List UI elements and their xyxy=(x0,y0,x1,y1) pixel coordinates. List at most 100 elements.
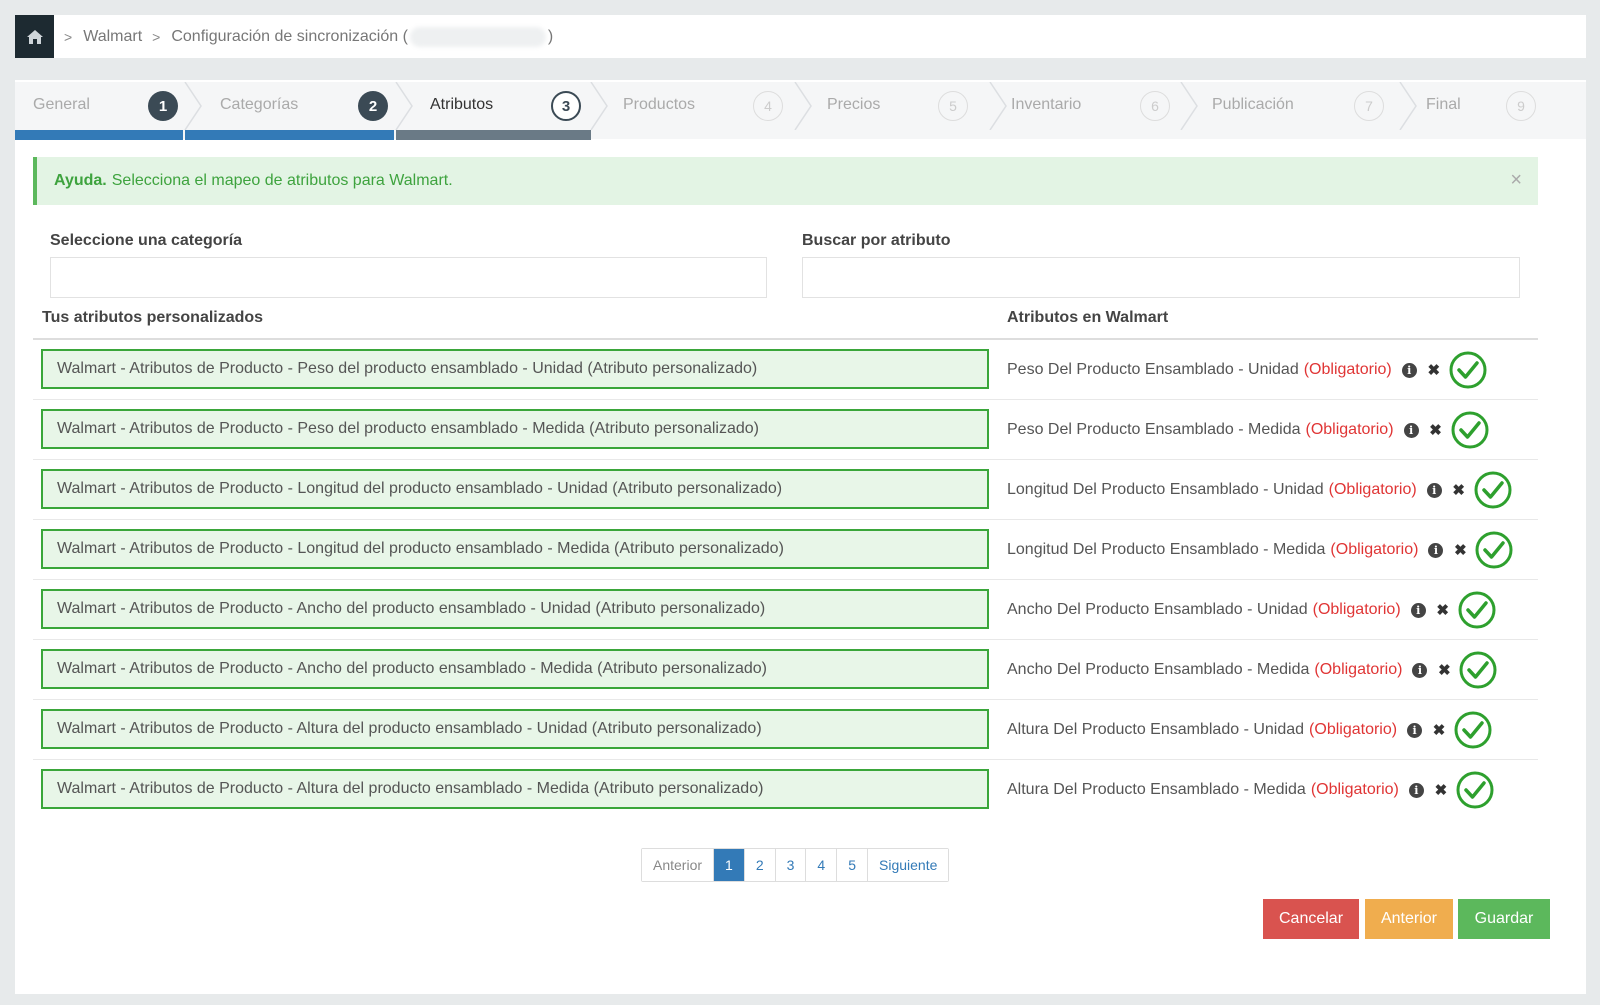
info-icon[interactable]: i xyxy=(1407,722,1423,738)
chevron-right-icon: > xyxy=(64,28,73,45)
custom-attribute-select[interactable]: Walmart - Atributos de Producto - Altura… xyxy=(41,709,989,749)
info-icon[interactable]: i xyxy=(1401,362,1417,378)
walmart-attribute-name: Longitud Del Producto Ensamblado - Unida… xyxy=(1007,481,1324,498)
required-label: (Obligatorio) xyxy=(1309,721,1398,738)
custom-attribute-select[interactable]: Walmart - Atributos de Producto - Ancho … xyxy=(41,589,989,629)
custom-attribute-select[interactable]: Walmart - Atributos de Producto - Longit… xyxy=(41,469,989,509)
wizard-step-number: 2 xyxy=(358,91,388,121)
step-divider-icon xyxy=(184,82,202,130)
custom-attribute-select[interactable]: Walmart - Atributos de Producto - Peso d… xyxy=(41,349,989,389)
home-button[interactable] xyxy=(15,15,54,58)
remove-icon[interactable]: ✖ xyxy=(1432,721,1446,739)
pagination-page-2[interactable]: 2 xyxy=(744,849,776,881)
required-label: (Obligatorio) xyxy=(1328,481,1417,498)
category-select[interactable] xyxy=(50,257,767,298)
step-divider-icon xyxy=(1399,82,1417,130)
remove-icon[interactable]: ✖ xyxy=(1429,421,1443,439)
mapping-row: Walmart - Atributos de Producto - Ancho … xyxy=(33,580,1538,640)
category-label: Seleccione una categoría xyxy=(50,232,243,249)
pagination-page-5[interactable]: 5 xyxy=(837,849,869,881)
pagination-page-1[interactable]: 1 xyxy=(714,849,745,881)
wizard-step-number: 6 xyxy=(1140,91,1170,121)
pagination-page-3[interactable]: 3 xyxy=(775,849,807,881)
wizard-step-number: 5 xyxy=(938,91,968,121)
wizard-step-number: 9 xyxy=(1506,91,1536,121)
remove-icon[interactable]: ✖ xyxy=(1436,601,1450,619)
save-button[interactable]: Guardar xyxy=(1458,899,1550,939)
mapping-row: Walmart - Atributos de Producto - Ancho … xyxy=(33,640,1538,700)
wizard-step-label: General xyxy=(33,96,90,113)
wizard-step-label: Final xyxy=(1426,96,1461,113)
breadcrumb-bar: > Walmart > Configuración de sincronizac… xyxy=(15,15,1586,58)
walmart-attribute: Ancho Del Producto Ensamblado - Unidad (O… xyxy=(1007,580,1496,640)
walmart-attribute-name: Altura Del Producto Ensamblado - Medida xyxy=(1007,781,1306,798)
custom-attribute-select[interactable]: Walmart - Atributos de Producto - Altura… xyxy=(41,769,989,809)
step-divider-icon xyxy=(395,82,413,130)
redacted-name xyxy=(409,26,546,47)
pagination: Anterior 1 2 3 4 5 Siguiente xyxy=(641,848,950,882)
cancel-button[interactable]: Cancelar xyxy=(1263,899,1359,939)
wizard-step-number: 1 xyxy=(148,91,178,121)
step-divider-icon xyxy=(1180,82,1198,130)
remove-icon[interactable]: ✖ xyxy=(1427,361,1441,379)
breadcrumb-item-walmart[interactable]: Walmart xyxy=(83,28,142,46)
progress-active xyxy=(396,130,591,140)
remove-icon[interactable]: ✖ xyxy=(1453,541,1467,559)
custom-attribute-select[interactable]: Walmart - Atributos de Producto - Ancho … xyxy=(41,649,989,689)
home-icon xyxy=(26,29,43,44)
mapping-row: Walmart - Atributos de Producto - Longit… xyxy=(33,460,1538,520)
required-label: (Obligatorio) xyxy=(1330,541,1419,558)
check-circle-icon xyxy=(1449,351,1487,389)
info-icon[interactable]: i xyxy=(1410,602,1426,618)
wizard-step-label: Precios xyxy=(827,96,881,113)
remove-icon[interactable]: ✖ xyxy=(1437,661,1451,679)
previous-button[interactable]: Anterior xyxy=(1365,899,1453,939)
check-circle-icon xyxy=(1451,411,1489,449)
chevron-right-icon: > xyxy=(152,28,161,45)
info-icon[interactable]: i xyxy=(1412,662,1428,678)
wizard-step-number: 7 xyxy=(1354,91,1384,121)
wizard-step-label: Categorías xyxy=(220,96,299,113)
mapping-list: Walmart - Atributos de Producto - Peso d… xyxy=(33,340,1538,820)
pagination-prev[interactable]: Anterior xyxy=(642,849,715,881)
pagination-page-4[interactable]: 4 xyxy=(806,849,838,881)
walmart-attribute-name: Altura Del Producto Ensamblado - Unidad xyxy=(1007,721,1305,738)
info-icon[interactable]: i xyxy=(1403,422,1419,438)
breadcrumb-suffix: ) xyxy=(547,27,554,45)
info-icon[interactable]: i xyxy=(1426,482,1442,498)
wizard-steps: General 1 Categorías 2 Atributos 3 Productos 4 P… xyxy=(15,82,1586,140)
mapping-row: Walmart - Atributos de Producto - Altura… xyxy=(33,760,1538,820)
alert-text: Selecciona el mapeo de atributos para Wa… xyxy=(111,172,453,189)
walmart-attribute: Ancho Del Producto Ensamblado - Medida (O… xyxy=(1007,640,1497,700)
check-circle-icon xyxy=(1475,531,1513,569)
wizard-step-number: 4 xyxy=(753,91,783,121)
required-label: (Obligatorio) xyxy=(1303,361,1392,378)
check-circle-icon xyxy=(1459,651,1497,689)
check-circle-icon xyxy=(1474,471,1512,509)
pagination-next[interactable]: Siguiente xyxy=(868,849,949,881)
step-divider-icon xyxy=(794,82,812,130)
breadcrumb: > Walmart > Configuración de sincronizac… xyxy=(54,26,554,47)
wizard-step-label: Publicación xyxy=(1212,96,1294,113)
mapping-row: Walmart - Atributos de Producto - Peso d… xyxy=(33,400,1538,460)
step-divider-icon xyxy=(590,82,608,130)
mapping-row: Walmart - Atributos de Producto - Longit… xyxy=(33,520,1538,580)
wizard-step-number: 3 xyxy=(551,91,581,121)
custom-attribute-select[interactable]: Walmart - Atributos de Producto - Peso d… xyxy=(41,409,989,449)
required-label: (Obligatorio) xyxy=(1310,781,1399,798)
walmart-attribute-name: Peso Del Producto Ensamblado - Unidad xyxy=(1007,361,1299,378)
remove-icon[interactable]: ✖ xyxy=(1434,781,1448,799)
walmart-attribute: Altura Del Producto Ensamblado - Unidad(… xyxy=(1007,700,1492,760)
walmart-attribute: Altura Del Producto Ensamblado - Medida(… xyxy=(1007,760,1494,820)
remove-icon[interactable]: ✖ xyxy=(1452,481,1466,499)
custom-attribute-select[interactable]: Walmart - Atributos de Producto - Longit… xyxy=(41,529,989,569)
required-label: (Obligatorio) xyxy=(1305,421,1394,438)
main-panel: General 1 Categorías 2 Atributos 3 Productos 4 P… xyxy=(15,80,1586,994)
info-icon[interactable]: i xyxy=(1428,542,1444,558)
help-alert: Ayuda. Selecciona el mapeo de atributos … xyxy=(33,157,1538,205)
info-icon[interactable]: i xyxy=(1408,782,1424,798)
close-icon[interactable]: × xyxy=(1510,169,1522,192)
attribute-search-input[interactable] xyxy=(802,257,1520,298)
check-circle-icon xyxy=(1458,591,1496,629)
walmart-attribute-name: Ancho Del Producto Ensamblado - Medida xyxy=(1007,661,1310,678)
